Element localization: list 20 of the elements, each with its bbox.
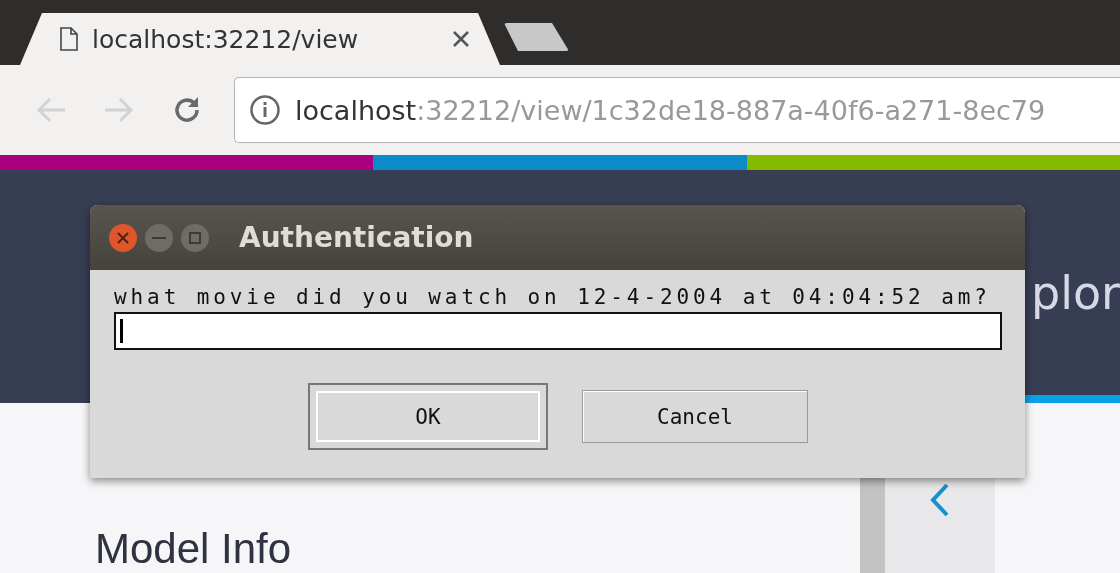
chevron-left-icon[interactable] <box>930 483 950 517</box>
forward-arrow-icon <box>103 96 135 124</box>
answer-field[interactable] <box>114 312 1002 350</box>
minimize-icon <box>152 236 166 239</box>
browser-tab[interactable]: localhost:32212/view <box>20 13 500 65</box>
maximize-button[interactable] <box>181 223 209 252</box>
back-arrow-icon <box>35 96 67 124</box>
default-button[interactable]: OK <box>308 383 548 450</box>
close-icon <box>117 231 129 244</box>
minimize-button[interactable] <box>145 223 173 252</box>
section-heading: Model Info <box>95 527 293 572</box>
close-icon[interactable] <box>452 30 470 48</box>
document-icon <box>60 27 78 51</box>
prompt-text: what movie did you watch on 12-4-2004 at 04:04:52 am? <box>114 284 991 310</box>
dialog-button[interactable]: Cancel <box>582 390 808 443</box>
address-field[interactable]: localhost:32212/view/1c32de18-887a-40f6-a271-8ec79 <box>234 77 1120 143</box>
close-button[interactable] <box>109 223 137 252</box>
maximize-icon <box>189 231 201 244</box>
dialog-title: Authentication <box>239 221 474 254</box>
info-icon[interactable] <box>249 94 281 126</box>
